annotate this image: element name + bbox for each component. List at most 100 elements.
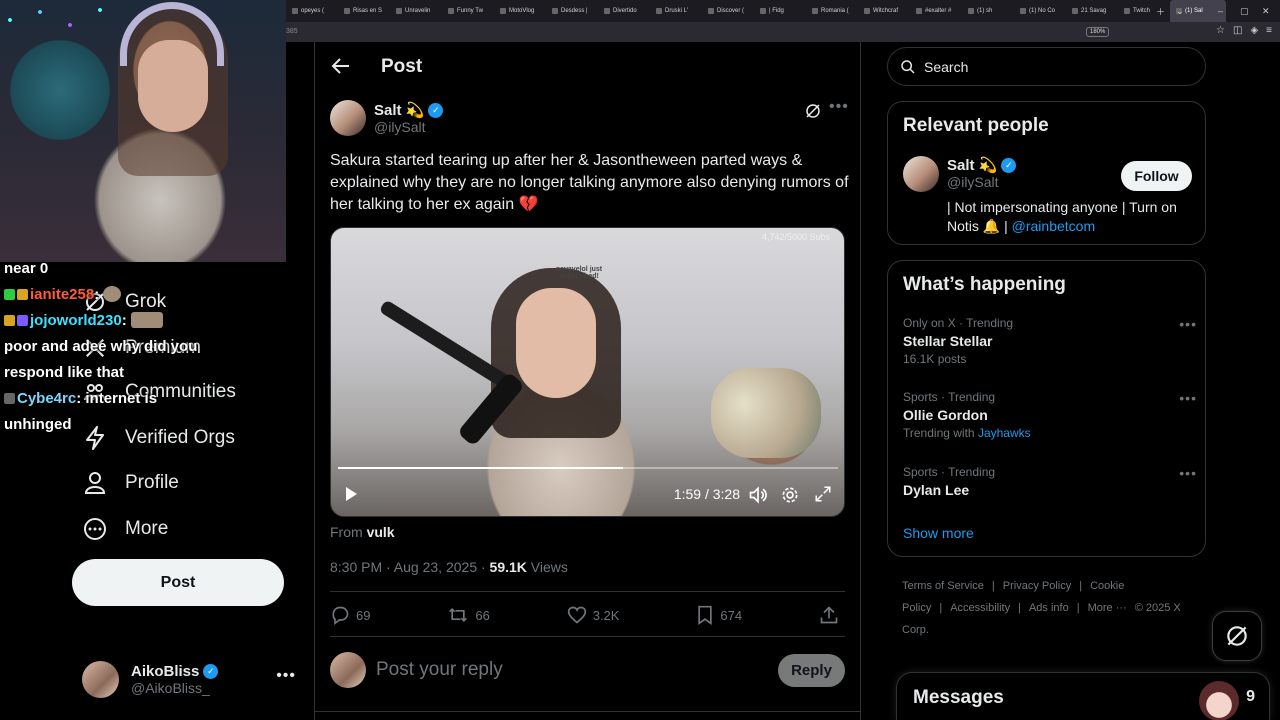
footer-link[interactable]: Privacy Policy: [1003, 580, 1071, 592]
like-count: 3.2K: [592, 607, 620, 623]
sub-alert-overlay: navayelol just subscribed!: [555, 266, 603, 280]
favicon-icon: [968, 8, 974, 14]
account-handle: @AikoBliss_: [131, 679, 210, 696]
show-more-link[interactable]: Show more: [903, 525, 974, 541]
settings-gear-icon[interactable]: [780, 485, 800, 505]
browser-tab[interactable]: Risas en S: [338, 0, 390, 22]
from-account-link[interactable]: vulk: [367, 524, 395, 540]
post-author[interactable]: Salt 💫 ✓ @ilySalt: [330, 100, 444, 136]
browser-tab[interactable]: | Fidg: [754, 0, 806, 22]
video-progress-bar[interactable]: [338, 467, 838, 469]
author-name[interactable]: Salt 💫: [374, 101, 424, 119]
menu-icon[interactable]: ≡: [1266, 25, 1272, 36]
footer-links: Terms of Service | Privacy Policy | Cookie P…: [902, 575, 1202, 641]
back-arrow-icon[interactable]: [329, 54, 353, 78]
more-dots-icon[interactable]: •••: [1179, 465, 1197, 481]
grok-explain-icon[interactable]: [804, 102, 822, 120]
browser-tab[interactable]: MotoVlog: [494, 0, 546, 22]
browser-tab[interactable]: Desdess |: [546, 0, 598, 22]
panel-title: Relevant people: [903, 115, 1049, 136]
trend-item[interactable]: Only on X · Trending Stellar Stellar 16.…: [903, 316, 1196, 366]
browser-tab[interactable]: 21 Savag: [1066, 0, 1118, 22]
footer-separator: |: [991, 580, 995, 592]
bookmark-star-icon[interactable]: ☆: [1216, 25, 1225, 36]
nav-item-more[interactable]: More: [82, 507, 168, 551]
more-dots-icon[interactable]: •••: [1179, 390, 1197, 406]
account-switcher[interactable]: AikoBliss ✓ @AikoBliss_ •••: [82, 659, 302, 699]
video-source: From vulk: [330, 524, 395, 540]
favicon-icon: [656, 8, 662, 14]
zoom-badge[interactable]: 180%: [1086, 27, 1110, 37]
reply-action[interactable]: 69: [330, 605, 370, 625]
panel-title: What’s happening: [903, 274, 1066, 295]
volume-icon[interactable]: [748, 485, 768, 505]
trend-item[interactable]: Sports · Trending Ollie Gordon Trending …: [903, 390, 1196, 440]
play-icon[interactable]: [343, 486, 359, 502]
footer-separator: |: [1076, 602, 1080, 614]
repost-icon: [449, 607, 468, 623]
trend-link[interactable]: Jayhawks: [978, 426, 1031, 440]
footer-link[interactable]: Terms of Service: [902, 580, 984, 592]
browser-tab[interactable]: Discover (: [702, 0, 754, 22]
trend-name: Dylan Lee: [903, 482, 970, 498]
share-action[interactable]: [819, 605, 845, 625]
browser-tab[interactable]: Unravelin: [390, 0, 442, 22]
trend-category: Only on X · Trending: [903, 316, 1014, 330]
author-handle[interactable]: @ilySalt: [374, 119, 443, 135]
browser-tab[interactable]: Funny Tw: [442, 0, 494, 22]
extension-icon[interactable]: ◫: [1233, 25, 1242, 36]
author-avatar[interactable]: [330, 100, 366, 136]
browser-tab[interactable]: (1) No Co: [1014, 0, 1066, 22]
messages-drawer[interactable]: Messages 9: [896, 672, 1270, 720]
avatar[interactable]: [903, 156, 939, 192]
bio-link[interactable]: @rainbetcom: [1012, 218, 1095, 234]
chat-badge-icon: [4, 393, 15, 404]
reply-input[interactable]: Post your reply: [376, 659, 778, 681]
person-icon: [82, 470, 108, 496]
footer-link[interactable]: Accessibility: [950, 602, 1010, 614]
tab-title: Risas en S: [353, 8, 383, 14]
footer-link[interactable]: Ads info: [1029, 602, 1069, 614]
fullscreen-icon[interactable]: [814, 485, 832, 503]
nav-item-profile[interactable]: Profile: [82, 461, 179, 505]
repost-action[interactable]: 66: [447, 605, 490, 625]
tab-title: Unravelin: [405, 8, 431, 14]
search-input[interactable]: Search: [887, 47, 1206, 86]
shield-icon[interactable]: ◈: [1250, 25, 1258, 36]
relevant-user-name[interactable]: Salt 💫: [947, 156, 997, 174]
grok-floating-button[interactable]: [1212, 611, 1262, 661]
new-tab-button[interactable]: ＋: [1156, 0, 1165, 22]
chat-badge-icon: [17, 289, 28, 300]
trend-item[interactable]: Sports · Trending Dylan Lee •••: [903, 465, 1196, 498]
more-dots-icon[interactable]: •••: [276, 667, 296, 685]
reply-button[interactable]: Reply: [778, 653, 845, 687]
relevant-user[interactable]: Salt 💫 ✓ @ilySalt: [903, 156, 1017, 192]
maximize-icon[interactable]: ▢: [1240, 0, 1249, 22]
favicon-icon: [604, 8, 610, 14]
browser-tab[interactable]: (1) sh: [962, 0, 1014, 22]
relevant-user-handle[interactable]: @ilySalt: [947, 174, 1016, 190]
video-controls: 1:59 / 3:28: [331, 482, 844, 508]
browser-tab[interactable]: Romania (: [806, 0, 858, 22]
like-action[interactable]: 3.2K: [567, 605, 620, 625]
tab-list-icon[interactable]: ⌄: [1176, 0, 1184, 22]
footer-link[interactable]: More ···: [1088, 602, 1127, 614]
more-dots-icon[interactable]: •••: [829, 98, 849, 116]
post-button[interactable]: Post: [72, 559, 284, 606]
minimize-icon[interactable]: –: [1218, 0, 1223, 22]
close-window-icon[interactable]: ✕: [1262, 0, 1270, 22]
browser-tab[interactable]: Divertido: [598, 0, 650, 22]
browser-tab[interactable]: Druski L': [650, 0, 702, 22]
follow-button[interactable]: Follow: [1121, 161, 1192, 191]
bookmark-action[interactable]: 674: [696, 605, 742, 625]
browser-tab[interactable]: #exalter #: [910, 0, 962, 22]
browser-tab[interactable]: opeyes (: [286, 0, 338, 22]
reply-icon: [332, 606, 349, 625]
search-placeholder: Search: [924, 58, 969, 75]
string-lights: [0, 0, 120, 60]
more-dots-icon[interactable]: •••: [1179, 316, 1197, 332]
browser-tab[interactable]: Witchcraf: [858, 0, 910, 22]
avatar: [330, 652, 366, 688]
post-timestamp[interactable]: 8:30 PM · Aug 23, 2025 ·: [330, 559, 490, 575]
video-player[interactable]: navayelol just subscribed! 4,742/5000 Su…: [330, 227, 845, 517]
